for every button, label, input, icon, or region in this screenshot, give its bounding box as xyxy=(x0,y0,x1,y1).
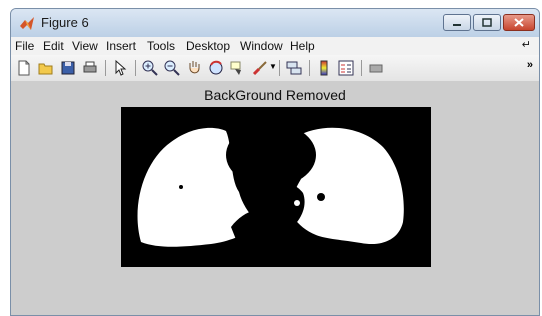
print-icon[interactable] xyxy=(81,59,99,77)
open-file-icon[interactable] xyxy=(37,59,55,77)
image-axes[interactable] xyxy=(121,107,431,267)
toolbar-separator xyxy=(279,60,280,76)
legend-icon[interactable] xyxy=(337,59,355,77)
toolbar-separator xyxy=(361,60,362,76)
figure-window: Figure 6 File Edit View Insert Tools Des… xyxy=(10,8,540,316)
zoom-in-icon[interactable] xyxy=(141,59,159,77)
toolbar-separator xyxy=(135,60,136,76)
toolbar-overflow-icon[interactable]: » xyxy=(527,59,533,71)
minimize-button[interactable] xyxy=(443,14,471,31)
close-icon xyxy=(514,18,524,27)
menu-tools[interactable]: Tools xyxy=(147,39,175,53)
lung-mask-image xyxy=(121,107,431,267)
menu-file[interactable]: File xyxy=(15,39,34,53)
matlab-logo-icon xyxy=(20,17,34,30)
brush-icon[interactable] xyxy=(251,59,269,77)
axes-title: BackGround Removed xyxy=(204,87,346,103)
menu-bar: File Edit View Insert Tools Desktop Wind… xyxy=(11,37,539,55)
save-icon[interactable] xyxy=(59,59,77,77)
hide-plot-tools-icon[interactable] xyxy=(367,59,385,77)
new-figure-icon[interactable] xyxy=(15,59,33,77)
toolbar-separator xyxy=(309,60,310,76)
data-cursor-icon[interactable] xyxy=(229,59,247,77)
pointer-icon[interactable] xyxy=(111,59,129,77)
minimize-icon xyxy=(453,23,461,26)
maximize-icon xyxy=(482,18,492,27)
window-title: Figure 6 xyxy=(41,15,89,30)
menu-insert[interactable]: Insert xyxy=(106,39,136,53)
menu-window[interactable]: Window xyxy=(240,39,283,53)
menu-view[interactable]: View xyxy=(72,39,98,53)
figure-toolbar: ▼ » xyxy=(11,55,539,82)
zoom-out-icon[interactable] xyxy=(163,59,181,77)
menu-edit[interactable]: Edit xyxy=(43,39,64,53)
figure-canvas: BackGround Removed xyxy=(11,81,539,315)
menu-desktop[interactable]: Desktop xyxy=(186,39,230,53)
menu-overflow-icon[interactable]: ↵ xyxy=(522,38,531,51)
brush-dropdown-icon[interactable]: ▼ xyxy=(269,62,277,71)
maximize-button[interactable] xyxy=(473,14,501,31)
menu-help[interactable]: Help xyxy=(290,39,315,53)
toolbar-separator xyxy=(105,60,106,76)
close-button[interactable] xyxy=(503,14,535,31)
title-bar[interactable]: Figure 6 xyxy=(11,9,539,37)
link-icon[interactable] xyxy=(285,59,303,77)
colorbar-icon[interactable] xyxy=(315,59,333,77)
pan-icon[interactable] xyxy=(185,59,203,77)
rotate-icon[interactable] xyxy=(207,59,225,77)
